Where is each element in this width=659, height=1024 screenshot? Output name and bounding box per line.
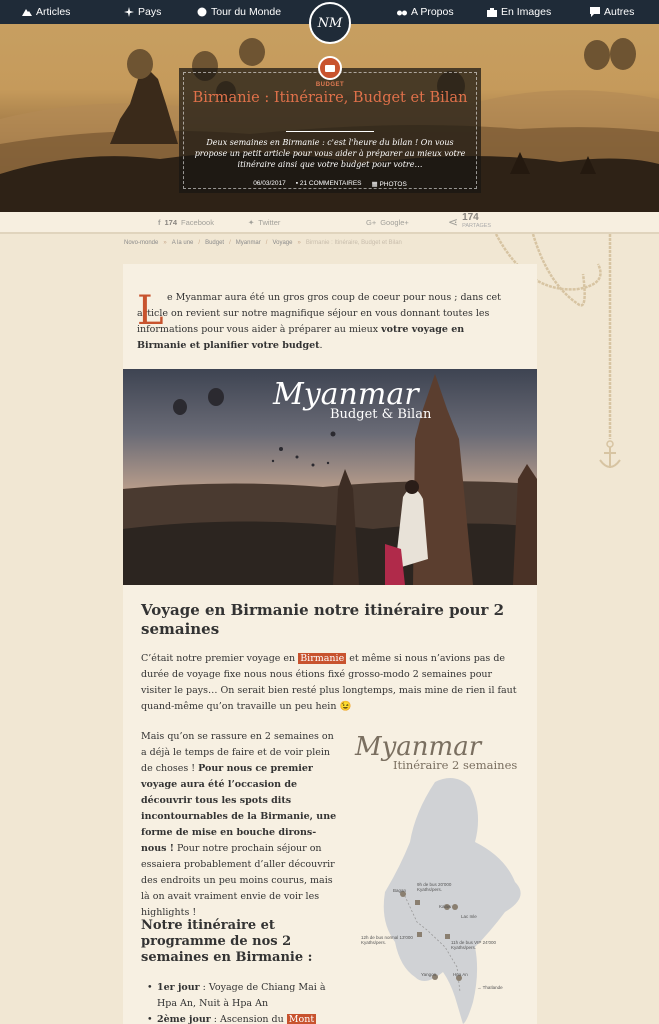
nav-tour-du-monde[interactable]: Tour du Monde — [197, 0, 281, 24]
article-body: L e Myanmar aura été un gros gros coup d… — [123, 264, 537, 1024]
featured-photo[interactable]: Myanmar Budget & Bilan — [123, 369, 537, 585]
share-facebook[interactable]: f 174 Facebook — [158, 212, 214, 232]
nav-en-images[interactable]: En Images — [487, 0, 551, 24]
globe-icon — [197, 7, 207, 17]
photos-label: PHOTOS — [379, 181, 407, 188]
map-label-bus-normal: 12h de bus normal 13'000 Kyaths/pers. — [361, 935, 413, 945]
category-label[interactable]: BUDGET — [179, 82, 481, 88]
list-item: 2ème jour : Ascension du Mont — [141, 1012, 341, 1024]
itinerary-heading: Notre itinéraire et programme de nos 2 s… — [141, 918, 313, 965]
nav-a-propos[interactable]: A Propos — [397, 0, 454, 24]
article-intro: L e Myanmar aura été un gros gros coup d… — [137, 290, 511, 354]
wallet-icon — [325, 65, 335, 72]
birmanie-link[interactable]: Birmanie — [298, 653, 347, 664]
day-label: 2ème jour — [157, 1014, 211, 1024]
google-plus-icon: G+ — [366, 217, 377, 227]
grid-icon: ▦ — [371, 181, 378, 188]
share-total-count: 174 — [462, 212, 479, 223]
map-label-kalaw: Kalaw — [439, 904, 452, 909]
logo-text: NM — [317, 15, 343, 31]
map-label-thailande: → Thaïlande — [477, 985, 503, 990]
intro-text: e Myanmar aura été un gros gros coup de … — [137, 290, 511, 354]
nav-articles[interactable]: Articles — [22, 0, 70, 24]
nav-pays-label: Pays — [138, 6, 162, 18]
breadcrumb-a-la-une[interactable]: A la une — [172, 240, 194, 246]
article-excerpt: Deux semaines en Birmanie : c'est l'heur… — [194, 138, 466, 169]
section-heading: Voyage en Birmanie notre itinéraire pour… — [141, 601, 505, 638]
breadcrumb-separator: / — [265, 240, 268, 246]
category-badge[interactable] — [318, 56, 342, 80]
article-meta: 06/03/2017 ▪ 21 COMMENTAIRES ▦ PHOTOS — [179, 180, 481, 188]
binoculars-icon — [397, 10, 407, 16]
breadcrumb-separator: / — [198, 240, 201, 246]
share-total-label: PARTAGES — [462, 223, 492, 229]
google-label: Google+ — [380, 217, 409, 227]
twitter-label: Twitter — [258, 217, 281, 227]
article-title: Birmanie : Itinéraire, Budget et Bilan — [192, 90, 468, 106]
speech-bubble-icon — [590, 7, 600, 17]
itinerary-map[interactable]: Myanmar Itinéraire 2 semaines Bagan 9h d… — [355, 732, 537, 1024]
myanmar-map-shape — [383, 778, 521, 1024]
twitter-icon: ✦ — [248, 217, 255, 227]
photo-subtitle: Budget & Bilan — [330, 407, 432, 422]
map-subtitle: Itinéraire 2 semaines — [393, 758, 518, 772]
facebook-count: 174 — [164, 217, 178, 227]
photos-link[interactable]: ▦ PHOTOS — [372, 180, 407, 188]
nav-apropos-label: A Propos — [411, 6, 454, 18]
camera-icon — [487, 8, 497, 17]
paragraph-first-trip: C’était notre premier voyage en Birmanie… — [141, 651, 521, 715]
facebook-icon: f — [158, 217, 161, 227]
intro-end: . — [319, 340, 323, 351]
share-bar: f 174 Facebook ✦ Twitter G+ Google+ ⋖ 17… — [0, 212, 659, 234]
map-label-yangon: Yangon — [421, 972, 437, 977]
share-icon: ⋖ — [448, 214, 459, 229]
compass-icon — [124, 7, 134, 17]
breadcrumb-current: Birmanie : Itinéraire, Budget et Bilan — [305, 240, 402, 246]
p1-text-a: C’était notre premier voyage en — [141, 653, 299, 664]
breadcrumb-myanmar[interactable]: Myanmar — [236, 240, 261, 246]
hero-card[interactable]: BUDGET Birmanie : Itinéraire, Budget et … — [179, 56, 481, 193]
map-label-bus-vip: 11h de bus VIP 24'000 Kyaths/pers. — [451, 940, 496, 950]
breadcrumb-separator: » — [163, 240, 167, 246]
breadcrumb-budget[interactable]: Budget — [205, 240, 224, 246]
nav-images-label: En Images — [501, 6, 552, 18]
map-label-bus-bagan: 9h de bus 20'000 Kyaths/pers. — [417, 882, 452, 892]
share-total: ⋖ 174 PARTAGES — [448, 213, 491, 230]
nav-autres[interactable]: Autres — [590, 0, 634, 24]
p2-text-b: Pour notre prochain séjour on essaiera p… — [141, 843, 335, 918]
breadcrumb: Novo-monde » A la une / Budget / Myanmar… — [124, 240, 402, 246]
article-date: 06/03/2017 — [253, 180, 286, 187]
nav-autres-label: Autres — [604, 6, 635, 18]
site-logo[interactable]: NM — [309, 2, 351, 44]
itinerary-list: 1er jour : Voyage de Chiang Mai à Hpa An… — [141, 980, 341, 1024]
map-label-bagan: Bagan — [393, 888, 407, 893]
title-divider — [286, 131, 374, 132]
share-twitter[interactable]: ✦ Twitter — [248, 212, 280, 232]
p2-bold: Pour nous ce premier voyage aura été l’o… — [141, 763, 337, 854]
mountain-icon — [22, 9, 32, 16]
hero-banner: BUDGET Birmanie : Itinéraire, Budget et … — [0, 24, 659, 212]
facebook-label: Facebook — [181, 217, 214, 227]
paragraph-two-weeks: Mais qu’on se rassure en 2 semaines on a… — [141, 729, 341, 921]
day-label: 1er jour — [157, 982, 200, 993]
breadcrumb-separator: » — [297, 240, 301, 246]
list-item: 1er jour : Voyage de Chiang Mai à Hpa An… — [141, 980, 341, 1012]
mont-link[interactable]: Mont — [286, 1014, 317, 1024]
comments-link[interactable]: ▪ 21 COMMENTAIRES — [296, 180, 362, 188]
breadcrumb-separator: / — [229, 240, 231, 246]
map-label-inle: Lac Inle — [461, 914, 477, 919]
breadcrumb-voyage[interactable]: Voyage — [272, 240, 292, 246]
nav-pays[interactable]: Pays — [124, 0, 161, 24]
comment-icon: ▪ — [295, 180, 299, 187]
day-text: : Ascension du — [210, 1014, 287, 1024]
drop-cap: L — [137, 288, 164, 334]
comments-label: 21 COMMENTAIRES — [299, 180, 362, 187]
nav-tour-label: Tour du Monde — [211, 6, 282, 18]
breadcrumb-home[interactable]: Novo-monde — [124, 240, 158, 246]
share-google[interactable]: G+ Google+ — [366, 212, 409, 232]
nav-articles-label: Articles — [36, 6, 71, 18]
map-label-hpa-an: Hpa An — [453, 972, 468, 977]
